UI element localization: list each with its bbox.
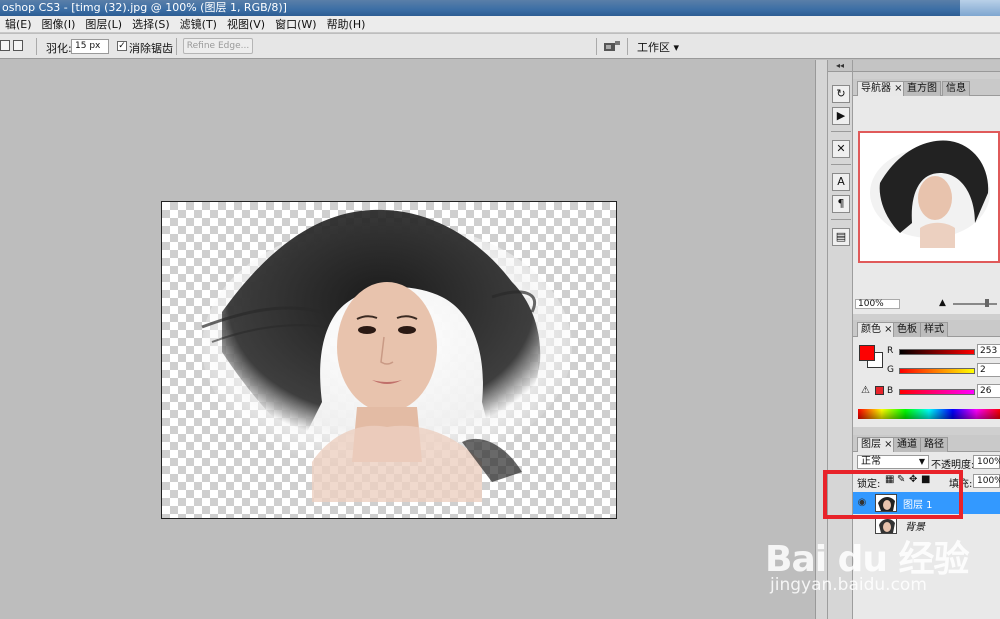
blend-mode-select[interactable]: 正常 ▼ <box>857 455 929 469</box>
menu-view[interactable]: 视图(V) <box>222 16 270 33</box>
divider <box>36 38 37 55</box>
lock-label: 锁定: <box>857 479 881 490</box>
tab-paths[interactable]: 路径 <box>920 437 948 452</box>
divider <box>176 38 177 55</box>
antialias-label: 消除锯齿 <box>129 42 173 55</box>
menu-filter[interactable]: 滤镜(T) <box>175 16 222 33</box>
antialias-checkbox[interactable]: ✓ <box>117 41 127 51</box>
navigator-preview[interactable] <box>858 131 1000 263</box>
title-bar: oshop CS3 - [timg (32).jpg @ 100% (图层 1,… <box>0 0 1000 16</box>
divider <box>831 219 851 220</box>
navigator-panel: 100% ▲ <box>853 96 1000 314</box>
window-title: oshop CS3 - [timg (32).jpg @ 100% (图层 1,… <box>2 1 287 14</box>
window-controls[interactable] <box>960 0 1000 16</box>
tab-color[interactable]: 颜色 × <box>857 322 897 337</box>
tab-histogram[interactable]: 直方图 <box>903 81 941 96</box>
character-icon[interactable]: A <box>832 173 850 191</box>
color-panel: R 253 G 2 ⚠ B 26 <box>853 337 1000 427</box>
tab-navigator[interactable]: 导航器 × <box>857 81 907 96</box>
panel-grip[interactable] <box>853 60 1000 72</box>
menu-select[interactable]: 选择(S) <box>127 16 175 33</box>
blue-channel-label: B <box>887 386 894 396</box>
divider <box>596 38 597 55</box>
tab-layers[interactable]: 图层 × <box>857 437 897 452</box>
layers-tabs: 图层 × 通道 路径 <box>853 435 1000 452</box>
collapse-icon[interactable]: ◂◂ <box>828 60 852 72</box>
subtract-selection-icon[interactable] <box>0 40 10 51</box>
blue-value[interactable]: 26 <box>977 384 1000 398</box>
blue-slider[interactable] <box>899 389 975 395</box>
menu-image[interactable]: 图像(I) <box>37 16 81 33</box>
document-canvas[interactable] <box>161 201 617 519</box>
menu-window[interactable]: 窗口(W) <box>270 16 321 33</box>
intersect-selection-icon[interactable] <box>13 40 23 51</box>
menu-bar: 辑(E) 图像(I) 图层(L) 选择(S) 滤镜(T) 视图(V) 窗口(W)… <box>0 16 1000 33</box>
green-slider[interactable] <box>899 368 975 374</box>
gamut-warning-icon[interactable]: ⚠ <box>861 385 870 396</box>
bridge-icon[interactable] <box>603 39 621 53</box>
opacity-input[interactable]: 100% <box>973 455 1000 469</box>
workspace-menu[interactable]: 工作区 ▾ <box>637 39 679 55</box>
history-icon[interactable]: ↻ <box>832 85 850 103</box>
tab-channels[interactable]: 通道 <box>893 437 921 452</box>
divider <box>831 131 851 132</box>
zoom-out-icon[interactable]: ▲ <box>939 298 946 308</box>
tab-info[interactable]: 信息 <box>942 81 970 96</box>
options-bar: 羽化: 15 px ✓ 消除锯齿 Refine Edge... 工作区 ▾ <box>0 34 1000 59</box>
color-tabs: 颜色 × 色板 样式 <box>853 320 1000 337</box>
lock-transparency-icon[interactable]: ▦ <box>885 474 894 485</box>
foreground-color-swatch[interactable] <box>859 345 875 361</box>
red-slider[interactable] <box>899 349 975 355</box>
green-value[interactable]: 2 <box>977 363 1000 377</box>
divider <box>831 164 851 165</box>
tool-presets-icon[interactable]: ✕ <box>832 140 850 158</box>
divider <box>627 38 628 55</box>
layer-thumbnail <box>875 494 897 512</box>
layer-name[interactable]: 图层 1 <box>903 496 933 511</box>
paragraph-icon[interactable]: ¶ <box>832 195 850 213</box>
green-channel-label: G <box>887 365 894 375</box>
feather-input[interactable]: 15 px <box>71 39 109 54</box>
navigator-tabs: 导航器 × 直方图 信息 <box>853 79 1000 96</box>
lock-all-icon[interactable]: ■ <box>921 474 930 485</box>
tab-swatches[interactable]: 色板 <box>893 322 921 337</box>
red-value[interactable]: 253 <box>977 344 1000 358</box>
zoom-slider[interactable] <box>953 303 997 305</box>
fill-input[interactable]: 100% <box>973 474 1000 488</box>
menu-edit[interactable]: 辑(E) <box>0 16 37 33</box>
tab-styles[interactable]: 样式 <box>920 322 948 337</box>
navigator-thumbnail <box>860 133 998 261</box>
navigator-zoom-field[interactable]: 100% <box>855 299 900 309</box>
color-spectrum-bar[interactable] <box>858 409 1000 419</box>
fill-label: 填充: <box>949 479 973 490</box>
canvas-area[interactable] <box>0 60 815 619</box>
feather-label: 羽化: <box>46 42 72 55</box>
baidu-watermark-url: jingyan.baidu.com <box>770 575 927 595</box>
gamut-swatch[interactable] <box>875 386 884 395</box>
visibility-eye-icon[interactable]: ◉ <box>855 496 869 510</box>
portrait-image <box>201 209 572 502</box>
layer-row-layer1[interactable]: ◉ 图层 1 <box>853 492 1000 514</box>
layer-comps-icon[interactable]: ▤ <box>832 228 850 246</box>
actions-icon[interactable]: ▶ <box>832 107 850 125</box>
lock-pixels-icon[interactable]: ✎ <box>897 474 905 485</box>
lock-position-icon[interactable]: ✥ <box>909 474 917 485</box>
selection-mode-icons <box>0 40 23 51</box>
menu-layer[interactable]: 图层(L) <box>80 16 127 33</box>
menu-help[interactable]: 帮助(H) <box>322 16 371 33</box>
refine-edge-button[interactable]: Refine Edge... <box>183 38 253 54</box>
red-channel-label: R <box>887 346 894 356</box>
opacity-label: 不透明度: <box>931 460 975 471</box>
zoom-slider-handle[interactable] <box>985 299 989 307</box>
